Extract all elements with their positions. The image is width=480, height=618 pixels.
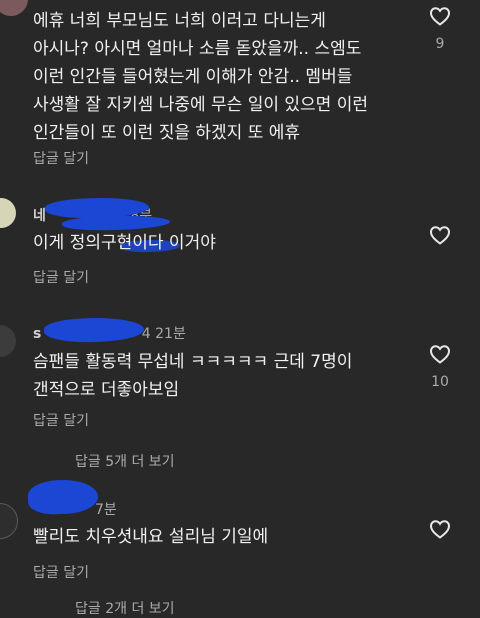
like-count: 9 (435, 36, 445, 52)
timestamp: 7분 (95, 502, 117, 518)
view-more-replies-button[interactable]: 답글 5개 더 보기 (75, 451, 175, 471)
username[interactable]: 네 (33, 208, 46, 224)
timestamp: 4 21분 (141, 326, 186, 342)
heart-outline-icon[interactable] (427, 223, 453, 247)
reply-button[interactable]: 답글 달기 (33, 148, 89, 168)
heart-outline-icon[interactable] (427, 342, 453, 366)
username[interactable]: s (33, 326, 41, 342)
reply-button[interactable]: 답글 달기 (33, 267, 89, 287)
avatar[interactable] (0, 198, 16, 228)
comment-body: 이게 정의구현이다 이거야 (33, 233, 216, 253)
view-more-replies-button[interactable]: 답글 2개 더 보기 (75, 598, 175, 618)
avatar[interactable] (0, 325, 16, 357)
avatar[interactable] (0, 0, 28, 16)
heart-outline-icon[interactable] (427, 4, 453, 28)
comment-body: 빨리도 치우셧내요 설리님 기일에 (33, 527, 269, 547)
heart-outline-icon[interactable] (427, 517, 453, 541)
reply-button[interactable]: 답글 달기 (33, 410, 89, 430)
comment-body: 슴팬들 활동력 무섭네 ㅋㅋㅋㅋㅋ 근데 7명이 갠적으로 더좋아보임 (33, 352, 353, 400)
comment-body: 에휴 너희 부모님도 너희 이러고 다니는게 아시나? 아시면 얼마나 소름 돋… (33, 11, 368, 143)
reply-button[interactable]: 답글 달기 (33, 562, 89, 582)
avatar[interactable] (0, 503, 18, 539)
like-count: 10 (431, 374, 449, 390)
